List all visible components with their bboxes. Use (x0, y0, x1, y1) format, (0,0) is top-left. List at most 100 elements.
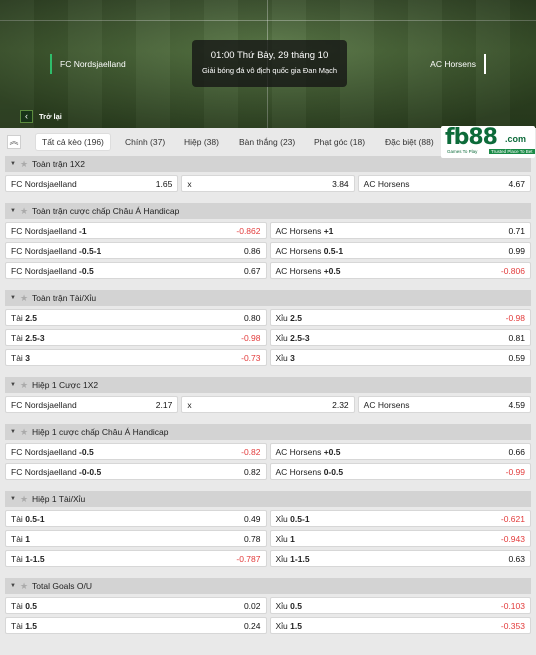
odds-cell[interactable]: FC Nordsjaelland -0.5-1 0.86 (5, 242, 267, 259)
section-header[interactable]: ▼ ★ Hiệp 1 cược chấp Châu Á Handicap (5, 424, 531, 440)
handicap-line: 1.5 (25, 620, 38, 631)
tab-special[interactable]: Đặc biệt (88) (385, 134, 434, 150)
caret-down-icon[interactable]: ▼ (10, 429, 16, 435)
odds-cell[interactable]: Tài 3 -0.73 (5, 349, 267, 366)
odds-value: 0.71 (508, 225, 525, 236)
odds-cell[interactable]: Tài 2.5-3 -0.98 (5, 329, 267, 346)
selection-name: Xỉu (275, 312, 288, 323)
caret-down-icon[interactable]: ▼ (10, 496, 16, 502)
odds-row: FC Nordsjaelland 1.65 x 3.84 AC Horsens 4.67 (5, 175, 531, 192)
star-icon[interactable]: ★ (20, 380, 28, 391)
section-header[interactable]: ▼ ★ Toàn trận cược chấp Châu Á Handicap (5, 203, 531, 219)
star-icon[interactable]: ★ (20, 293, 28, 304)
handicap-line: 2.5-3 (25, 332, 45, 343)
selection-name: Xỉu (275, 600, 288, 611)
odds-cell[interactable]: Xỉu 0.5-1 -0.621 (269, 510, 531, 527)
tab-half[interactable]: Hiệp (38) (184, 134, 219, 150)
odds-cell[interactable]: AC Horsens 4.67 (357, 175, 531, 192)
selection-label: Xỉu 1 (276, 534, 295, 544)
tab-goals[interactable]: Bàn thắng (23) (239, 134, 295, 150)
odds-row: Tài 3 -0.73 Xỉu 3 0.59 (5, 349, 531, 366)
odds-cell[interactable]: Xỉu 1 -0.943 (269, 530, 531, 547)
handicap-line: -0-0.5 (79, 466, 102, 477)
odds-cell[interactable]: Xỉu 2.5-3 0.81 (269, 329, 531, 346)
star-icon[interactable]: ★ (20, 427, 28, 438)
match-info: 01:00 Thứ Bảy, 29 tháng 10 Giải bóng đá … (192, 40, 347, 87)
selection-name: Tài (11, 600, 23, 611)
odds-cell[interactable]: AC Horsens 4.59 (357, 396, 531, 413)
selection-label: Tài 3 (11, 353, 30, 363)
back-label: Trở lại (39, 112, 62, 121)
star-icon[interactable]: ★ (20, 494, 28, 505)
selection-label: Xỉu 2.5 (276, 313, 303, 323)
caret-down-icon[interactable]: ▼ (10, 161, 16, 167)
odds-cell[interactable]: Xỉu 0.5 -0.103 (269, 597, 531, 614)
odds-cell[interactable]: Tài 1.5 0.24 (5, 617, 267, 634)
odds-cell[interactable]: FC Nordsjaelland -0.5 -0.82 (5, 443, 267, 460)
caret-down-icon[interactable]: ▼ (10, 295, 16, 301)
section-body: Tài 0.5 0.02 Xỉu 0.5 -0.103 Tài 1.5 0.24 Xỉu 1… (5, 594, 531, 637)
odds-cell[interactable]: FC Nordsjaelland -1 -0.862 (5, 222, 267, 239)
double-chevron-up-icon[interactable]: ︽ (7, 135, 21, 149)
odds-cell[interactable]: Xỉu 2.5 -0.98 (269, 309, 531, 326)
odds-cell[interactable]: Tài 0.5 0.02 (5, 597, 267, 614)
odds-cell[interactable]: AC Horsens +0.5 0.66 (269, 443, 531, 460)
logo-tagline-2: Trusted Place To Bet (489, 149, 535, 154)
handicap-line: -1 (79, 225, 87, 236)
section-body: Tài 0.5-1 0.49 Xỉu 0.5-1 -0.621 Tài 1 0.78 Xỉu… (5, 507, 531, 570)
tab-main[interactable]: Chính (37) (125, 134, 165, 150)
selection-label: AC Horsens 0.5-1 (276, 246, 344, 256)
odds-cell[interactable]: FC Nordsjaelland 2.17 (5, 396, 179, 413)
odds-cell[interactable]: FC Nordsjaelland -0.5 0.67 (5, 262, 267, 279)
section-header[interactable]: ▼ ★ Hiệp 1 Tài/Xỉu (5, 491, 531, 507)
odds-cell[interactable]: Tài 1 0.78 (5, 530, 267, 547)
odds-value: 0.81 (508, 332, 525, 343)
caret-down-icon[interactable]: ▼ (10, 382, 16, 388)
odds-cell[interactable]: Xỉu 1-1.5 0.63 (269, 550, 531, 567)
odds-cell[interactable]: x 2.32 (181, 396, 355, 413)
market-section: ▼ ★ Hiệp 1 Tài/Xỉu Tài 0.5-1 0.49 Xỉu 0.5-1 -0… (5, 491, 531, 570)
markets-list: ▼ ★ Toàn trận 1X2 FC Nordsjaelland 1.65 x 3.84… (0, 156, 536, 637)
chevron-left-icon[interactable]: ‹ (20, 110, 33, 123)
odds-cell[interactable]: Tài 2.5 0.80 (5, 309, 267, 326)
handicap-line: 0.5 (25, 600, 38, 611)
odds-value: 0.82 (243, 466, 261, 477)
star-icon[interactable]: ★ (20, 159, 28, 170)
odds-cell[interactable]: AC Horsens +0.5 -0.806 (269, 262, 531, 279)
section-title: Hiệp 1 Tài/Xỉu (32, 494, 86, 504)
handicap-line: +0.5 (323, 446, 341, 457)
odds-cell[interactable]: FC Nordsjaelland 1.65 (5, 175, 179, 192)
star-icon[interactable]: ★ (20, 581, 28, 592)
selection-name: AC Horsens (363, 399, 410, 410)
odds-cell[interactable]: Xỉu 1.5 -0.353 (269, 617, 531, 634)
odds-cell[interactable]: Tài 1-1.5 -0.787 (5, 550, 267, 567)
odds-cell[interactable]: AC Horsens +1 0.71 (269, 222, 531, 239)
selection-name: AC Horsens (275, 265, 322, 276)
odds-value: 0.02 (243, 600, 261, 611)
section-header[interactable]: ▼ ★ Toàn trận 1X2 (5, 156, 531, 172)
section-header[interactable]: ▼ ★ Toàn trận Tài/Xỉu (5, 290, 531, 306)
odds-cell[interactable]: AC Horsens 0-0.5 -0.99 (269, 463, 531, 480)
star-icon[interactable]: ★ (20, 206, 28, 217)
odds-cell[interactable]: Tài 0.5-1 0.49 (5, 510, 267, 527)
odds-cell[interactable]: x 3.84 (181, 175, 355, 192)
section-header[interactable]: ▼ ★ Hiệp 1 Cược 1X2 (5, 377, 531, 393)
section-header[interactable]: ▼ ★ Total Goals O/U (5, 578, 531, 594)
caret-down-icon[interactable]: ▼ (10, 583, 16, 589)
back-link[interactable]: ‹ Trở lại (20, 110, 62, 123)
selection-name: Xỉu (275, 513, 288, 524)
odds-value: 0.59 (508, 352, 525, 363)
handicap-line: -0.5 (79, 446, 94, 457)
selection-label: AC Horsens (364, 400, 410, 410)
selection-label: FC Nordsjaelland -1 (11, 226, 87, 236)
selection-name: FC Nordsjaelland (11, 466, 77, 477)
tab-corners[interactable]: Phạt góc (18) (314, 134, 365, 150)
odds-cell[interactable]: Xỉu 3 0.59 (269, 349, 531, 366)
tab-all[interactable]: Tất cả kèo (196) (36, 134, 110, 150)
odds-row: FC Nordsjaelland -0-0.5 0.82 AC Horsens 0-… (5, 463, 531, 480)
caret-down-icon[interactable]: ▼ (10, 208, 16, 214)
odds-cell[interactable]: AC Horsens 0.5-1 0.99 (269, 242, 531, 259)
odds-cell[interactable]: FC Nordsjaelland -0-0.5 0.82 (5, 463, 267, 480)
